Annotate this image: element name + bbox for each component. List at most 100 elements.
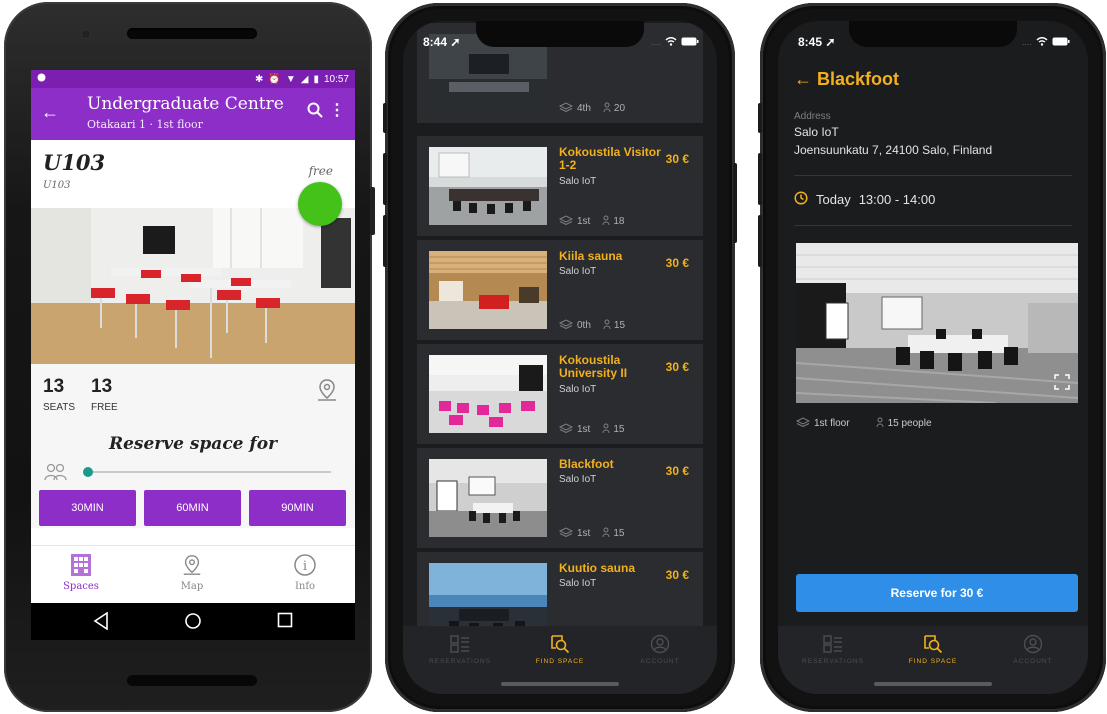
mute-switch xyxy=(758,103,762,133)
nav-info[interactable]: i Info xyxy=(275,552,335,592)
room-subname: U103 xyxy=(43,180,71,191)
room-floor: 1st xyxy=(577,216,591,227)
side-button xyxy=(733,163,737,243)
divider xyxy=(794,225,1072,226)
tab-account[interactable]: ACCOUNT xyxy=(615,634,705,665)
room-price: 30 € xyxy=(665,464,689,478)
layers-icon xyxy=(558,319,574,332)
room-thumbnail xyxy=(429,355,547,433)
tab-find-space[interactable]: FIND SPACE xyxy=(515,634,605,665)
reserve-30min-button[interactable]: 30MIN xyxy=(39,490,136,526)
list-item[interactable]: Blackfoot 30 € Salo IoT 1st 15 xyxy=(417,448,703,548)
room-meta: 1st 15 xyxy=(558,423,625,436)
room-thumbnail xyxy=(429,147,547,225)
tab-find-space-label: FIND SPACE xyxy=(535,658,585,665)
room-capacity: 20 xyxy=(613,103,626,114)
iphone-screen: 8:44 ➚ .... 4th 20 Kokoustila Visitor 1-… xyxy=(403,21,717,694)
room-capacity: 15 xyxy=(613,424,625,435)
find-space-icon xyxy=(888,634,978,654)
home-indicator[interactable] xyxy=(874,682,992,686)
room-photo xyxy=(31,208,355,364)
clock-icon xyxy=(794,191,808,208)
seat-stats: 13 SEATS 13 FREE xyxy=(31,364,355,428)
page-subtitle: Otakaari 1 · 1st floor xyxy=(87,118,203,131)
tab-account[interactable]: ACCOUNT xyxy=(988,634,1078,665)
people-slider-handle[interactable] xyxy=(83,467,93,477)
status-bar: ✱ ⏰ ▼ ◢ ▮ 10:57 xyxy=(31,70,355,88)
address-label: Address xyxy=(794,111,831,122)
room-floor: 4th xyxy=(577,103,591,114)
reservation-date: Today xyxy=(816,192,851,207)
page-title: Undergraduate Centre xyxy=(87,94,284,114)
room-capacity: 15 xyxy=(613,320,626,331)
room-name: Kuutio sauna xyxy=(559,561,636,575)
list-item[interactable]: Kokoustila University II 30 € Salo IoT 1… xyxy=(417,344,703,444)
room-floor: 1st floor xyxy=(814,418,850,429)
room-floor: 0th xyxy=(577,320,591,331)
bottom-speaker xyxy=(127,675,257,686)
reservation-time[interactable]: Today 13:00 - 14:00 xyxy=(794,191,935,208)
room-venue: Salo IoT xyxy=(559,266,597,277)
top-speaker xyxy=(127,28,257,39)
room-name: Kiila sauna xyxy=(559,249,623,263)
map-pin-icon xyxy=(162,552,222,578)
page-title: Blackfoot xyxy=(817,69,900,89)
reservation-time-range: 13:00 - 14:00 xyxy=(858,192,936,207)
reserve-60min-button[interactable]: 60MIN xyxy=(144,490,241,526)
person-icon xyxy=(876,417,884,430)
status-icons: .... xyxy=(1022,33,1070,51)
volume-down-button xyxy=(758,215,762,267)
person-icon xyxy=(602,423,610,436)
grid-icon xyxy=(51,552,111,578)
fullscreen-icon[interactable] xyxy=(1054,374,1070,395)
nav-spaces-label: Spaces xyxy=(63,581,99,592)
room-meta: 1st 15 xyxy=(558,527,624,540)
availability-indicator xyxy=(298,182,342,226)
home-indicator[interactable] xyxy=(501,682,619,686)
room-header: U103 U103 free xyxy=(31,140,355,226)
reserve-90min-button[interactable]: 90MIN xyxy=(249,490,346,526)
more-vert-icon[interactable]: ⋮ xyxy=(329,100,345,120)
nav-map-label: Map xyxy=(180,581,204,592)
nav-spaces[interactable]: Spaces xyxy=(51,552,111,592)
map-pin-icon[interactable] xyxy=(315,378,339,407)
tab-reservations[interactable]: RESERVATIONS xyxy=(415,634,505,665)
list-icon xyxy=(788,634,878,654)
account-icon xyxy=(615,634,705,654)
reserve-button[interactable]: Reserve for 30 € xyxy=(796,574,1078,612)
volume-up-button xyxy=(758,153,762,205)
list-item[interactable]: Kokoustila Visitor 1-2 30 € Salo IoT 1st… xyxy=(417,136,703,236)
battery-icon xyxy=(681,33,699,51)
back-arrow-icon[interactable]: ← xyxy=(41,102,59,123)
person-icon xyxy=(603,102,611,115)
room-floor: 1st xyxy=(577,528,591,539)
account-icon xyxy=(988,634,1078,654)
home-icon[interactable] xyxy=(184,612,202,635)
person-icon xyxy=(602,527,610,540)
reserve-heading: Reserve space for xyxy=(108,434,278,454)
status-icons: .... xyxy=(651,33,699,51)
room-name: U103 xyxy=(43,150,106,175)
tab-reservations[interactable]: RESERVATIONS xyxy=(788,634,878,665)
list-item[interactable]: Kiila sauna 30 € Salo IoT 0th 15 xyxy=(417,240,703,340)
bluetooth-icon: ✱ xyxy=(255,73,264,85)
recents-icon[interactable] xyxy=(277,612,293,633)
app-bar: ← Undergraduate Centre Otakaari 1 · 1st … xyxy=(31,88,355,140)
people-slider-track[interactable] xyxy=(87,471,331,473)
room-thumbnail xyxy=(429,459,547,537)
back-button[interactable]: ← Blackfoot xyxy=(794,69,899,90)
tab-find-space[interactable]: FIND SPACE xyxy=(888,634,978,665)
signal-icon: .... xyxy=(1021,37,1032,47)
layers-icon xyxy=(558,102,574,115)
search-icon[interactable] xyxy=(307,102,323,123)
iphone-space-detail: 8:45 ➚ .... ← Blackfoot Address Salo IoT… xyxy=(758,3,1106,712)
room-floor: 1st xyxy=(577,424,591,435)
tab-reservations-label: RESERVATIONS xyxy=(429,658,491,665)
list-icon xyxy=(415,634,505,654)
room-name: Kokoustila University II xyxy=(559,353,628,380)
nav-map[interactable]: Map xyxy=(162,552,222,592)
tab-reservations-label: RESERVATIONS xyxy=(802,658,864,665)
room-price: 30 € xyxy=(665,152,689,166)
back-icon[interactable] xyxy=(93,611,109,635)
signal-icon: .... xyxy=(650,37,661,47)
